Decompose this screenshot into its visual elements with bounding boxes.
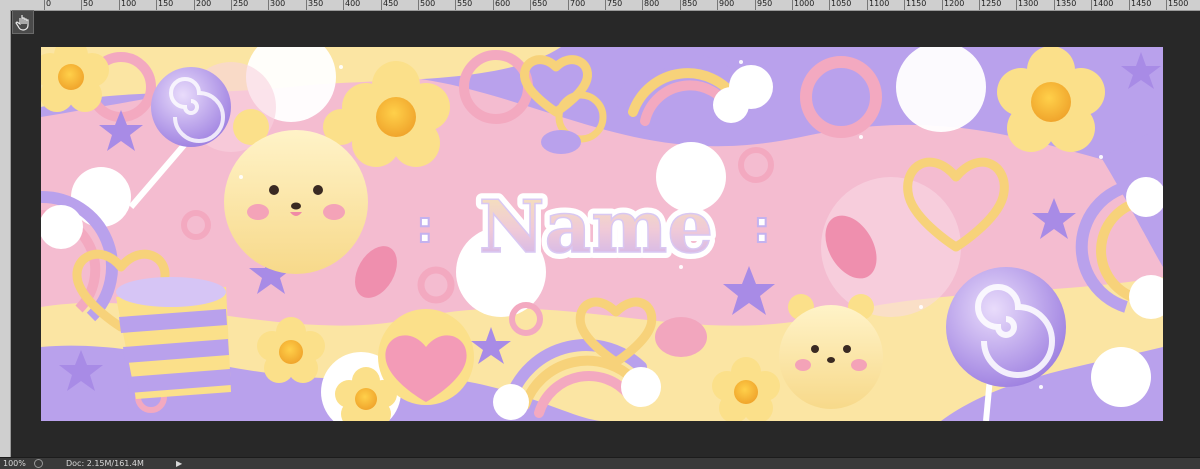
ruler-tick-label: 800	[644, 0, 660, 8]
ruler-tick-label: 250	[233, 0, 249, 8]
flower	[41, 47, 109, 112]
ruler-tick-label: 400	[345, 0, 361, 8]
ruler-tick	[119, 0, 120, 10]
ruler-tick	[1166, 0, 1167, 10]
striped-cake	[116, 277, 231, 399]
ruler-tick	[568, 0, 569, 10]
status-bar: 100% Doc: 2.15M/161.4M ▶	[0, 457, 1200, 469]
ruler-tick-label: 1300	[1018, 0, 1039, 8]
ruler-tick-label: 1100	[869, 0, 890, 8]
ruler-tick	[306, 0, 307, 10]
banner-artwork: : Name Name :	[41, 47, 1163, 421]
ruler-tick-label: 1350	[1056, 0, 1077, 8]
ruler-tick	[268, 0, 269, 10]
ruler-tick-label: 200	[196, 0, 212, 8]
ruler-tick-label: 900	[719, 0, 735, 8]
ruler-tick	[1091, 0, 1092, 10]
ruler-tick-label: 450	[383, 0, 399, 8]
ruler-tick	[755, 0, 756, 10]
ruler-tick-label: 850	[682, 0, 698, 8]
ruler-tick	[455, 0, 456, 10]
ruler-tick-label: 1150	[906, 0, 927, 8]
ruler-tick	[904, 0, 905, 10]
ruler-tick-label: 100	[121, 0, 137, 8]
vertical-ruler[interactable]	[0, 10, 11, 457]
ruler-tick	[1129, 0, 1130, 10]
ruler-tick-label: 1250	[981, 0, 1002, 8]
title-left-mark: :	[416, 202, 434, 253]
ruler-tick-label: 1000	[794, 0, 815, 8]
ruler-tick	[642, 0, 643, 10]
ruler-tick-label: 950	[757, 0, 773, 8]
ruler-tick	[717, 0, 718, 10]
ruler-tick	[605, 0, 606, 10]
ruler-tick	[530, 0, 531, 10]
ruler-tick	[1054, 0, 1055, 10]
ruler-tick-label: 150	[158, 0, 174, 8]
ruler-tick	[829, 0, 830, 10]
ruler-tick-label: 0	[46, 0, 52, 8]
ruler-tick	[680, 0, 681, 10]
document-canvas[interactable]: : Name Name :	[41, 47, 1163, 421]
zoom-level[interactable]: 100%	[3, 458, 26, 469]
title-text: Name	[479, 184, 713, 269]
ruler-tick-label: 50	[83, 0, 94, 8]
hand-tool-button[interactable]	[12, 10, 34, 34]
title-right-mark: :	[753, 202, 771, 253]
ruler-tick	[81, 0, 82, 10]
doc-size: Doc: 2.15M/161.4M	[66, 459, 144, 468]
ruler-tick-label: 700	[570, 0, 586, 8]
ruler-tick	[343, 0, 344, 10]
ruler-tick-label: 1500	[1168, 0, 1189, 8]
ruler-tick-label: 750	[607, 0, 623, 8]
ruler-tick	[231, 0, 232, 10]
ruler-tick	[381, 0, 382, 10]
ruler-tick	[418, 0, 419, 10]
ruler-tick	[44, 0, 45, 10]
ruler-tick-label: 1450	[1131, 0, 1152, 8]
ruler-tick-label: 500	[420, 0, 436, 8]
bear-right	[779, 294, 883, 409]
ruler-tick	[493, 0, 494, 10]
ruler-tick-label: 350	[308, 0, 324, 8]
status-info-icon[interactable]	[34, 459, 43, 468]
ruler-tick	[867, 0, 868, 10]
status-menu-arrow-icon[interactable]: ▶	[176, 458, 182, 469]
ruler-tick-label: 550	[457, 0, 473, 8]
ruler-tick	[942, 0, 943, 10]
bear-left	[224, 109, 368, 274]
ruler-tick	[792, 0, 793, 10]
ruler-tick-label: 300	[270, 0, 286, 8]
ruler-tick-label: 1200	[944, 0, 965, 8]
ruler-tick-label: 600	[495, 0, 511, 8]
ruler-tick-label: 650	[532, 0, 548, 8]
horizontal-ruler[interactable]: 0 50 100 150 200 250 300 350 400 450 500 550 600 650 7…	[0, 0, 1200, 11]
ruler-tick-label: 1400	[1093, 0, 1114, 8]
hand-pointer-icon	[15, 15, 29, 31]
ruler-tick-label: 1050	[831, 0, 852, 8]
ruler-tick	[194, 0, 195, 10]
ruler-tick	[156, 0, 157, 10]
ruler-tick	[979, 0, 980, 10]
ruler-tick	[1016, 0, 1017, 10]
